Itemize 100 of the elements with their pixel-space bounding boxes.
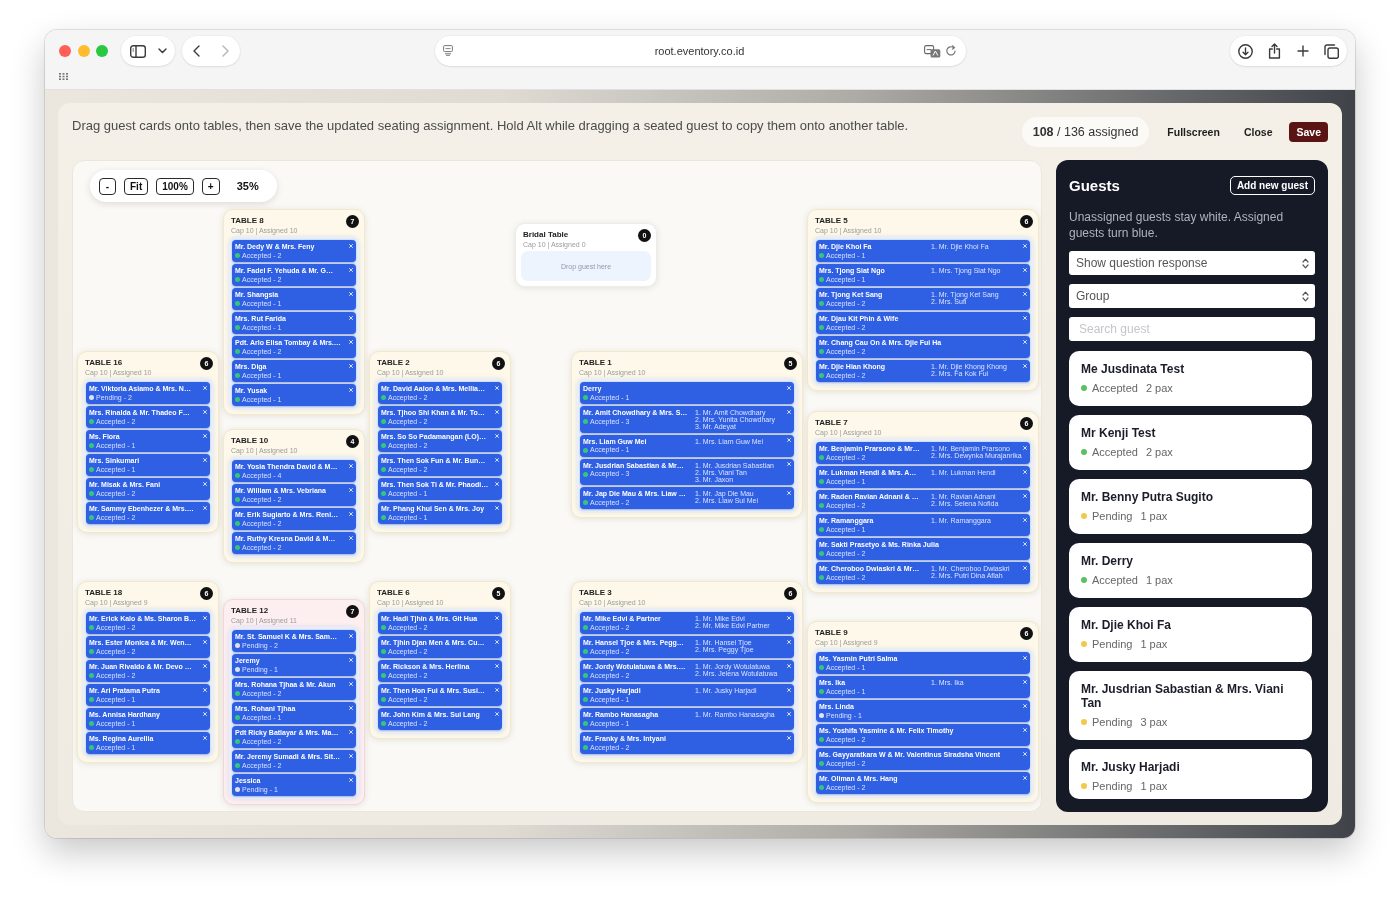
close-icon[interactable] [348,681,353,686]
close-icon[interactable] [1022,541,1027,546]
fit-button[interactable]: Fit [124,177,149,195]
close-button[interactable]: Close [1243,126,1273,138]
close-icon[interactable] [494,711,499,716]
close-icon[interactable] [786,409,791,414]
close-icon[interactable] [494,505,499,510]
close-icon[interactable] [494,433,499,438]
search-field[interactable]: Search guest [1069,317,1315,341]
close-icon[interactable] [202,639,207,644]
close-icon[interactable] [348,705,353,710]
table-card[interactable] [223,599,365,805]
close-icon[interactable] [494,457,499,462]
close-icon[interactable] [494,687,499,692]
close-icon[interactable] [348,511,353,516]
guest-card[interactable]: Mr. Benny Putra Sugito Pending 1 pax [1069,479,1312,534]
reload-icon[interactable] [944,45,957,57]
reset-zoom-button[interactable]: 100% [156,177,194,195]
guest-card[interactable]: Mr. Djie Khoi Fa Pending 1 pax [1069,607,1312,662]
page-icon[interactable] [442,45,453,56]
close-icon[interactable] [348,487,353,492]
close-icon[interactable] [1022,775,1027,780]
zoom-out-button[interactable]: - [99,177,116,195]
close-icon[interactable] [1022,291,1027,296]
close-icon[interactable] [348,387,353,392]
close-icon[interactable] [202,663,207,668]
close-icon[interactable] [1022,703,1027,708]
close-icon[interactable] [202,409,207,414]
window-close-icon[interactable] [59,45,71,57]
table-card[interactable] [223,209,365,415]
guest-card[interactable]: Mr Kenji Test Accepted 2 pax [1069,415,1312,470]
table-card[interactable] [807,621,1039,803]
close-icon[interactable] [1022,363,1027,368]
close-icon[interactable] [494,385,499,390]
guest-card[interactable]: Me Jusdinata Test Accepted 2 pax [1069,351,1312,406]
close-icon[interactable] [202,385,207,390]
close-icon[interactable] [1022,655,1027,660]
close-icon[interactable] [202,505,207,510]
close-icon[interactable] [1022,339,1027,344]
group-select[interactable]: Group [1069,284,1315,308]
guest-card[interactable]: Mr. Derry Accepted 1 pax [1069,543,1312,598]
table-card[interactable] [369,581,511,739]
close-icon[interactable] [786,687,791,692]
close-icon[interactable] [348,777,353,782]
tabs-overview-icon[interactable] [1324,43,1339,59]
close-icon[interactable] [786,639,791,644]
close-icon[interactable] [786,462,791,466]
close-icon[interactable] [348,315,353,320]
close-icon[interactable] [1022,469,1027,474]
close-icon[interactable] [1022,679,1027,684]
close-icon[interactable] [202,481,207,486]
table-card[interactable] [807,209,1039,391]
close-icon[interactable] [1022,243,1027,248]
close-icon[interactable] [202,711,207,716]
table-card[interactable] [77,581,219,763]
table-card[interactable] [369,351,511,533]
plus-icon[interactable] [1296,45,1309,57]
close-icon[interactable] [1022,517,1027,522]
close-icon[interactable] [348,535,353,540]
close-icon[interactable] [494,409,499,414]
close-icon[interactable] [202,433,207,438]
close-icon[interactable] [786,711,791,716]
close-icon[interactable] [348,267,353,272]
close-icon[interactable] [1022,445,1027,450]
table-card[interactable] [807,411,1039,593]
table-card[interactable] [571,581,803,763]
close-icon[interactable] [1022,315,1027,320]
close-icon[interactable] [348,243,353,248]
save-button[interactable]: Save [1289,122,1328,142]
close-icon[interactable] [494,481,499,486]
close-icon[interactable] [348,463,353,468]
table-card[interactable] [77,351,219,533]
close-icon[interactable] [348,633,353,638]
close-icon[interactable] [202,457,207,462]
close-icon[interactable] [786,385,791,390]
close-icon[interactable] [786,490,791,495]
close-icon[interactable] [202,735,207,740]
close-icon[interactable] [348,753,353,758]
close-icon[interactable] [786,735,791,740]
close-icon[interactable] [1022,565,1027,570]
close-icon[interactable] [348,291,353,296]
close-icon[interactable] [786,663,791,668]
grid-icon[interactable] [59,73,68,80]
zoom-in-button[interactable]: + [201,177,220,195]
close-icon[interactable] [202,687,207,692]
close-icon[interactable] [202,615,207,620]
close-icon[interactable] [1022,751,1027,756]
close-icon[interactable] [348,729,353,734]
close-icon[interactable] [348,363,353,368]
close-icon[interactable] [494,615,499,620]
question-response-select[interactable]: Show question response [1069,251,1315,275]
add-guest-button[interactable]: Add new guest [1229,176,1315,195]
table-card[interactable] [571,351,803,518]
close-icon[interactable] [1022,267,1027,272]
close-icon[interactable] [1022,727,1027,732]
guest-card[interactable]: Mr. Jusky Harjadi Pending 1 pax [1069,749,1312,799]
translate-icon[interactable] [923,44,941,58]
fullscreen-button[interactable]: Fullscreen [1167,126,1220,138]
close-icon[interactable] [786,438,791,442]
back-icon[interactable] [193,45,200,57]
